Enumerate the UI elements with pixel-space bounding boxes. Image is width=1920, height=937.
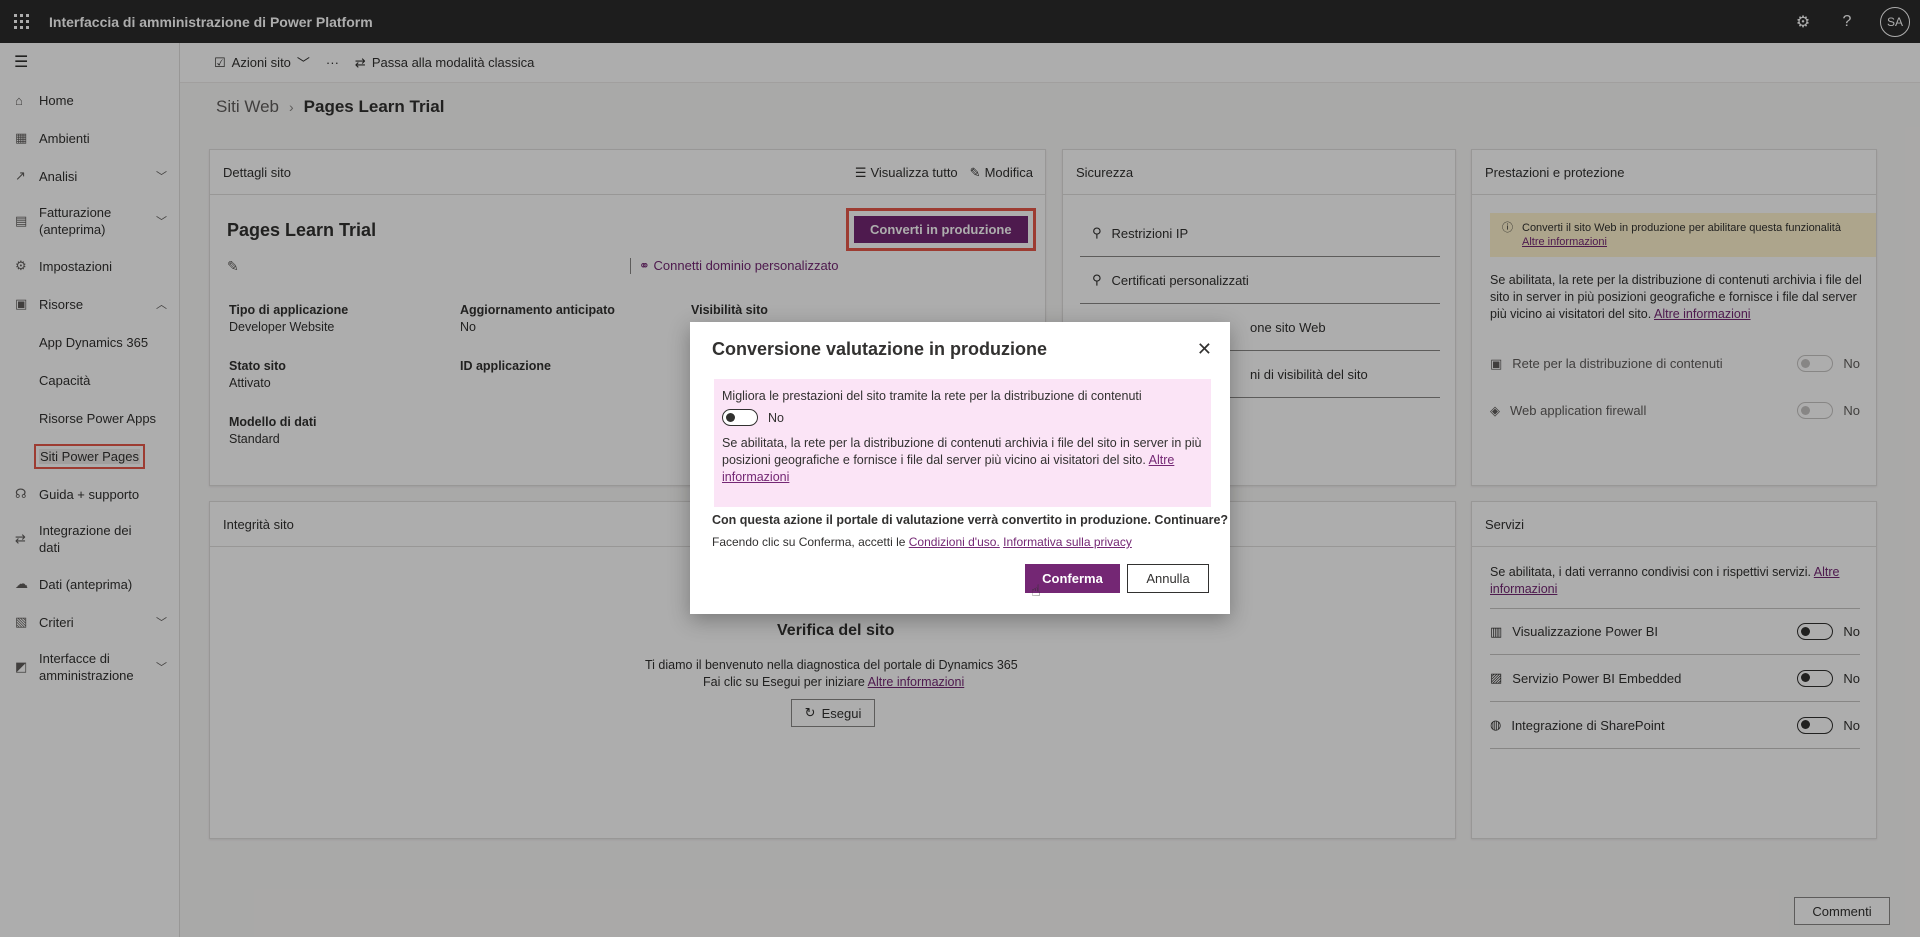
privacy-link[interactable]: Informativa sulla privacy <box>1003 535 1132 549</box>
terms-link[interactable]: Condizioni d'uso. <box>909 535 1000 549</box>
cdn-option-panel: Migliora le prestazioni del sito tramite… <box>714 379 1211 507</box>
close-icon[interactable]: ✕ <box>1197 339 1212 360</box>
cdn-option-description: Se abilitata, la rete per la distribuzio… <box>722 436 1202 484</box>
cdn-dialog-toggle[interactable] <box>722 409 758 426</box>
cancel-button[interactable]: Annulla <box>1127 564 1209 593</box>
dialog-title: Conversione valutazione in produzione <box>712 339 1048 359</box>
convert-dialog: Conversione valutazione in produzione ✕ … <box>690 322 1230 614</box>
cdn-option-label: Migliora le prestazioni del sito tramite… <box>722 389 1142 403</box>
terms-text: Facendo clic su Conferma, accetti le Con… <box>712 535 1132 549</box>
confirm-question: Con questa azione il portale di valutazi… <box>712 513 1229 527</box>
hand-cursor-icon: ☝ <box>1031 583 1041 600</box>
